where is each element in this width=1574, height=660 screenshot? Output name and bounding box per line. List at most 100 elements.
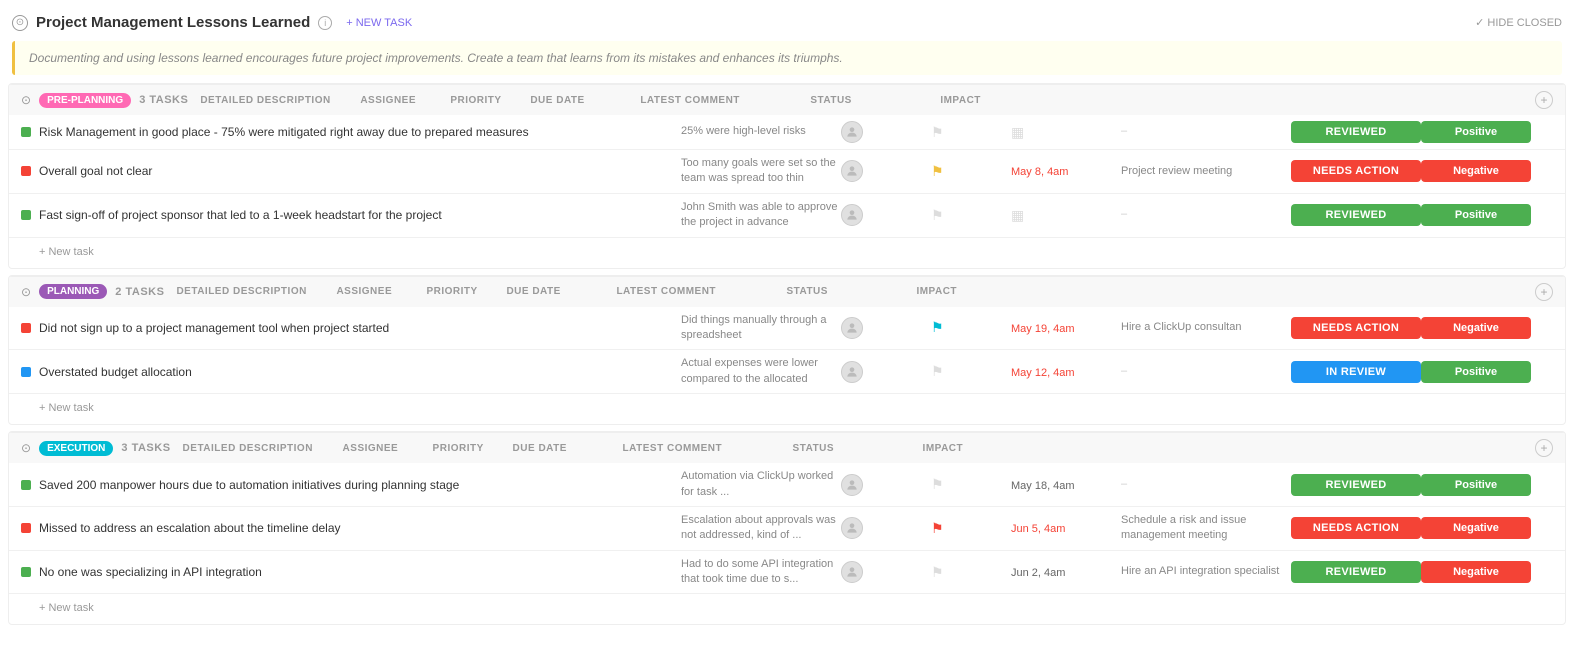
task-dot (21, 210, 31, 220)
status-cell[interactable]: NEEDS ACTION (1291, 160, 1421, 182)
impact-cell[interactable]: Negative (1421, 317, 1531, 339)
priority-cell[interactable]: ⚑ (931, 319, 1011, 336)
priority-cell[interactable]: ⚑ (931, 124, 1011, 141)
status-button[interactable]: IN REVIEW (1291, 361, 1421, 383)
impact-button[interactable]: Positive (1421, 361, 1531, 383)
status-cell[interactable]: NEEDS ACTION (1291, 317, 1421, 339)
due-date-cell: May 19, 4am (1011, 321, 1121, 335)
status-button[interactable]: REVIEWED (1291, 204, 1421, 226)
table-row: Overstated budget allocation Actual expe… (9, 350, 1565, 394)
impact-button[interactable]: Positive (1421, 204, 1531, 226)
avatar[interactable] (841, 160, 863, 182)
priority-cell[interactable]: ⚑ (931, 207, 1011, 224)
task-name-text[interactable]: No one was specializing in API integrati… (39, 565, 262, 579)
new-task-header-button[interactable]: + NEW TASK (340, 15, 418, 31)
task-name-text[interactable]: Saved 200 manpower hours due to automati… (39, 478, 459, 492)
new-task-link[interactable]: + New task (39, 246, 94, 258)
task-dot (21, 567, 31, 577)
status-cell[interactable]: REVIEWED (1291, 474, 1421, 496)
new-task-row: + New task (9, 394, 1565, 424)
task-description: Actual expenses were lower compared to t… (681, 356, 841, 387)
status-cell[interactable]: NEEDS ACTION (1291, 517, 1421, 539)
task-name-text[interactable]: Did not sign up to a project management … (39, 321, 389, 335)
impact-button[interactable]: Positive (1421, 121, 1531, 143)
section-toggle-pre-planning[interactable]: ⊙ (21, 93, 31, 107)
status-button[interactable]: NEEDS ACTION (1291, 160, 1421, 182)
priority-cell[interactable]: ⚑ (931, 520, 1011, 537)
latest-comment-cell: Schedule a risk and issue management mee… (1121, 513, 1291, 544)
task-name-text[interactable]: Overstated budget allocation (39, 365, 192, 379)
task-description: Automation via ClickUp worked for task .… (681, 469, 841, 500)
col-priority: PRIORITY (433, 443, 513, 454)
impact-button[interactable]: Negative (1421, 517, 1531, 539)
status-cell[interactable]: REVIEWED (1291, 121, 1421, 143)
task-name-text[interactable]: Risk Management in good place - 75% were… (39, 125, 529, 139)
impact-cell[interactable]: Positive (1421, 474, 1531, 496)
task-name-text[interactable]: Missed to address an escalation about th… (39, 521, 341, 535)
impact-button[interactable]: Positive (1421, 474, 1531, 496)
status-button[interactable]: REVIEWED (1291, 474, 1421, 496)
impact-cell[interactable]: Negative (1421, 160, 1531, 182)
new-task-link[interactable]: + New task (39, 402, 94, 414)
status-button[interactable]: NEEDS ACTION (1291, 517, 1421, 539)
priority-cell[interactable]: ⚑ (931, 564, 1011, 581)
priority-cell[interactable]: ⚑ (931, 363, 1011, 380)
section-toggle-execution[interactable]: ⊙ (21, 441, 31, 455)
status-cell[interactable]: REVIEWED (1291, 561, 1421, 583)
avatar[interactable] (841, 317, 863, 339)
section-badge-pre-planning: PRE-PLANNING (39, 93, 131, 108)
new-task-link[interactable]: + New task (39, 602, 94, 614)
page-title: Project Management Lessons Learned (36, 14, 310, 31)
due-date-value: Jun 2, 4am (1011, 567, 1065, 579)
section-add-icon-execution[interactable]: + (1535, 439, 1553, 457)
table-row: Missed to address an escalation about th… (9, 507, 1565, 551)
priority-cell[interactable]: ⚑ (931, 163, 1011, 180)
task-name-cell: Saved 200 manpower hours due to automati… (21, 478, 681, 492)
task-name-text[interactable]: Overall goal not clear (39, 164, 152, 178)
avatar[interactable] (841, 561, 863, 583)
impact-cell[interactable]: Positive (1421, 361, 1531, 383)
priority-flag-icon: ⚑ (931, 163, 944, 180)
status-button[interactable]: REVIEWED (1291, 561, 1421, 583)
info-icon[interactable]: i (318, 16, 332, 30)
impact-cell[interactable]: Negative (1421, 517, 1531, 539)
banner-text: Documenting and using lessons learned en… (29, 51, 843, 65)
section-toggle-planning[interactable]: ⊙ (21, 285, 31, 299)
status-button[interactable]: NEEDS ACTION (1291, 317, 1421, 339)
avatar[interactable] (841, 474, 863, 496)
latest-comment-cell: Project review meeting (1121, 164, 1291, 179)
due-date-icon: ▦ (1011, 207, 1024, 223)
hide-closed-button[interactable]: ✓ HIDE CLOSED (1475, 16, 1562, 29)
status-cell[interactable]: REVIEWED (1291, 204, 1421, 226)
impact-cell[interactable]: Negative (1421, 561, 1531, 583)
impact-button[interactable]: Negative (1421, 561, 1531, 583)
avatar[interactable] (841, 204, 863, 226)
avatar[interactable] (841, 517, 863, 539)
col-latest-comment: LATEST COMMENT (623, 443, 793, 454)
impact-cell[interactable]: Positive (1421, 121, 1531, 143)
section-add-icon-pre-planning[interactable]: + (1535, 91, 1553, 109)
impact-button[interactable]: Negative (1421, 160, 1531, 182)
avatar[interactable] (841, 121, 863, 143)
impact-button[interactable]: Negative (1421, 317, 1531, 339)
impact-cell[interactable]: Positive (1421, 204, 1531, 226)
task-dot (21, 367, 31, 377)
due-date-value: May 19, 4am (1011, 323, 1075, 335)
status-cell[interactable]: IN REVIEW (1291, 361, 1421, 383)
avatar[interactable] (841, 361, 863, 383)
task-dot (21, 166, 31, 176)
task-name-text[interactable]: Fast sign-off of project sponsor that le… (39, 208, 442, 222)
col-assignee: ASSIGNEE (336, 286, 426, 297)
task-description: 25% were high-level risks (681, 124, 841, 139)
latest-comment-cell: Hire a ClickUp consultan (1121, 320, 1291, 335)
priority-cell[interactable]: ⚑ (931, 476, 1011, 493)
task-dot (21, 480, 31, 490)
section-add-icon-planning[interactable]: + (1535, 283, 1553, 301)
col-due-date: DUE DATE (513, 443, 623, 454)
col-status: STATUS (810, 95, 940, 106)
due-date-cell: May 8, 4am (1011, 164, 1121, 178)
col-impact: IMPACT (940, 95, 1050, 106)
col-description: DETAILED DESCRIPTION (183, 443, 343, 454)
expand-icon[interactable]: ⊙ (12, 15, 28, 31)
status-button[interactable]: REVIEWED (1291, 121, 1421, 143)
